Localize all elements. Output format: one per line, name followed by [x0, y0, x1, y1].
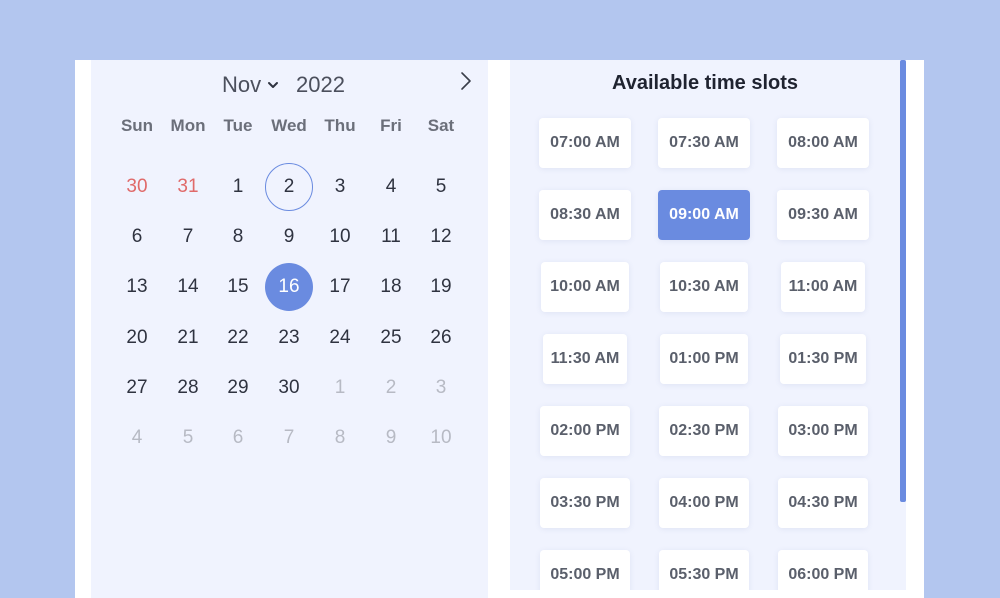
weekday-fri: Fri — [380, 116, 402, 135]
time-slot-10-00-am[interactable]: 10:00 AM — [541, 262, 629, 312]
day-7[interactable]: 7 — [164, 213, 212, 261]
day-14[interactable]: 14 — [164, 263, 212, 311]
time-slot-04-00-pm[interactable]: 04:00 PM — [659, 478, 749, 528]
time-slot-01-30-pm[interactable]: 01:30 PM — [780, 334, 866, 384]
year-label[interactable]: 2022 — [296, 72, 345, 98]
day-27[interactable]: 27 — [113, 364, 161, 412]
next-month-day-4[interactable]: 4 — [113, 414, 161, 462]
time-slot-11-30-am[interactable]: 11:30 AM — [543, 334, 627, 384]
day-24[interactable]: 24 — [316, 314, 364, 362]
time-slot-01-00-pm[interactable]: 01:00 PM — [660, 334, 748, 384]
time-slot-02-00-pm[interactable]: 02:00 PM — [540, 406, 630, 456]
prev-month-day-30[interactable]: 30 — [113, 163, 161, 211]
day-5[interactable]: 5 — [417, 163, 465, 211]
weekday-sun: Sun — [120, 116, 154, 135]
day-15[interactable]: 15 — [214, 263, 262, 311]
time-slot-09-30-am[interactable]: 09:30 AM — [777, 190, 869, 240]
day-9[interactable]: 9 — [265, 213, 313, 261]
day-13[interactable]: 13 — [113, 263, 161, 311]
time-slot-03-30-pm[interactable]: 03:30 PM — [540, 478, 630, 528]
next-month-day-10[interactable]: 10 — [417, 414, 465, 462]
day-10[interactable]: 10 — [316, 213, 364, 261]
month-label: Nov — [222, 72, 262, 97]
day-4[interactable]: 4 — [367, 163, 415, 211]
day-12[interactable]: 12 — [417, 213, 465, 261]
next-month-day-8[interactable]: 8 — [316, 414, 364, 462]
time-slot-08-30-am[interactable]: 08:30 AM — [539, 190, 631, 240]
day-6[interactable]: 6 — [113, 213, 161, 261]
next-month-day-3[interactable]: 3 — [417, 364, 465, 412]
day-23[interactable]: 23 — [265, 314, 313, 362]
time-slot-07-30-am[interactable]: 07:30 AM — [658, 118, 750, 168]
time-slot-10-30-am[interactable]: 10:30 AM — [660, 262, 748, 312]
time-slots-panel: Available time slots 07:00 AM 07:30 AM 08:… — [510, 60, 906, 598]
day-16[interactable]: 16 — [265, 263, 313, 311]
chevron-down-icon — [268, 82, 279, 88]
next-month-day-5[interactable]: 5 — [164, 414, 212, 462]
next-month-day-9[interactable]: 9 — [367, 414, 415, 462]
day-29[interactable]: 29 — [214, 364, 262, 412]
day-18[interactable]: 18 — [367, 263, 415, 311]
month-navigation: Nov 2022 — [91, 68, 488, 100]
next-month-day-6[interactable]: 6 — [214, 414, 262, 462]
weekday-tue: Tue — [223, 116, 253, 135]
next-month-day-2[interactable]: 2 — [367, 364, 415, 412]
day-30[interactable]: 30 — [265, 364, 313, 412]
day-26[interactable]: 26 — [417, 314, 465, 362]
day-20[interactable]: 20 — [113, 314, 161, 362]
day-22[interactable]: 22 — [214, 314, 262, 362]
weekday-mon: Mon — [170, 116, 206, 135]
day-1[interactable]: 1 — [214, 163, 262, 211]
panel-bottom-strip — [510, 590, 906, 598]
slots-scrollbar[interactable] — [900, 60, 906, 502]
weekday-sat: Sat — [427, 116, 455, 135]
day-8[interactable]: 8 — [214, 213, 262, 261]
weekday-header: Sun Mon Tue Wed Thu Fri Sat — [111, 116, 475, 140]
time-slot-08-00-am[interactable]: 08:00 AM — [777, 118, 869, 168]
time-slot-11-00-am[interactable]: 11:00 AM — [781, 262, 865, 312]
day-28[interactable]: 28 — [164, 364, 212, 412]
weekday-wed: Wed — [271, 116, 307, 135]
day-19[interactable]: 19 — [417, 263, 465, 311]
day-3[interactable]: 3 — [316, 163, 364, 211]
time-slot-02-30-pm[interactable]: 02:30 PM — [659, 406, 749, 456]
time-slot-09-00-am[interactable]: 09:00 AM — [658, 190, 750, 240]
time-slot-03-00-pm[interactable]: 03:00 PM — [778, 406, 868, 456]
day-11[interactable]: 11 — [367, 213, 415, 261]
time-slots-title: Available time slots — [612, 72, 798, 94]
chevron-right-icon — [461, 72, 471, 90]
next-month-button[interactable] — [453, 68, 479, 94]
next-month-day-1[interactable]: 1 — [316, 364, 364, 412]
weekday-thu: Thu — [324, 116, 356, 135]
day-2[interactable]: 2 — [265, 163, 313, 211]
day-25[interactable]: 25 — [367, 314, 415, 362]
calendar-panel: Nov 2022 Sun Mon Tue Wed Thu Fri Sat 30 31 1 2 3 4 5… — [91, 60, 488, 598]
time-slot-07-00-am[interactable]: 07:00 AM — [539, 118, 631, 168]
prev-month-day-31[interactable]: 31 — [164, 163, 212, 211]
day-17[interactable]: 17 — [316, 263, 364, 311]
next-month-day-7[interactable]: 7 — [265, 414, 313, 462]
time-slot-04-30-pm[interactable]: 04:30 PM — [778, 478, 868, 528]
day-21[interactable]: 21 — [164, 314, 212, 362]
month-dropdown[interactable]: Nov — [222, 72, 279, 98]
scheduler-card: Nov 2022 Sun Mon Tue Wed Thu Fri Sat 30 31 1 2 3 4 5… — [75, 60, 924, 598]
